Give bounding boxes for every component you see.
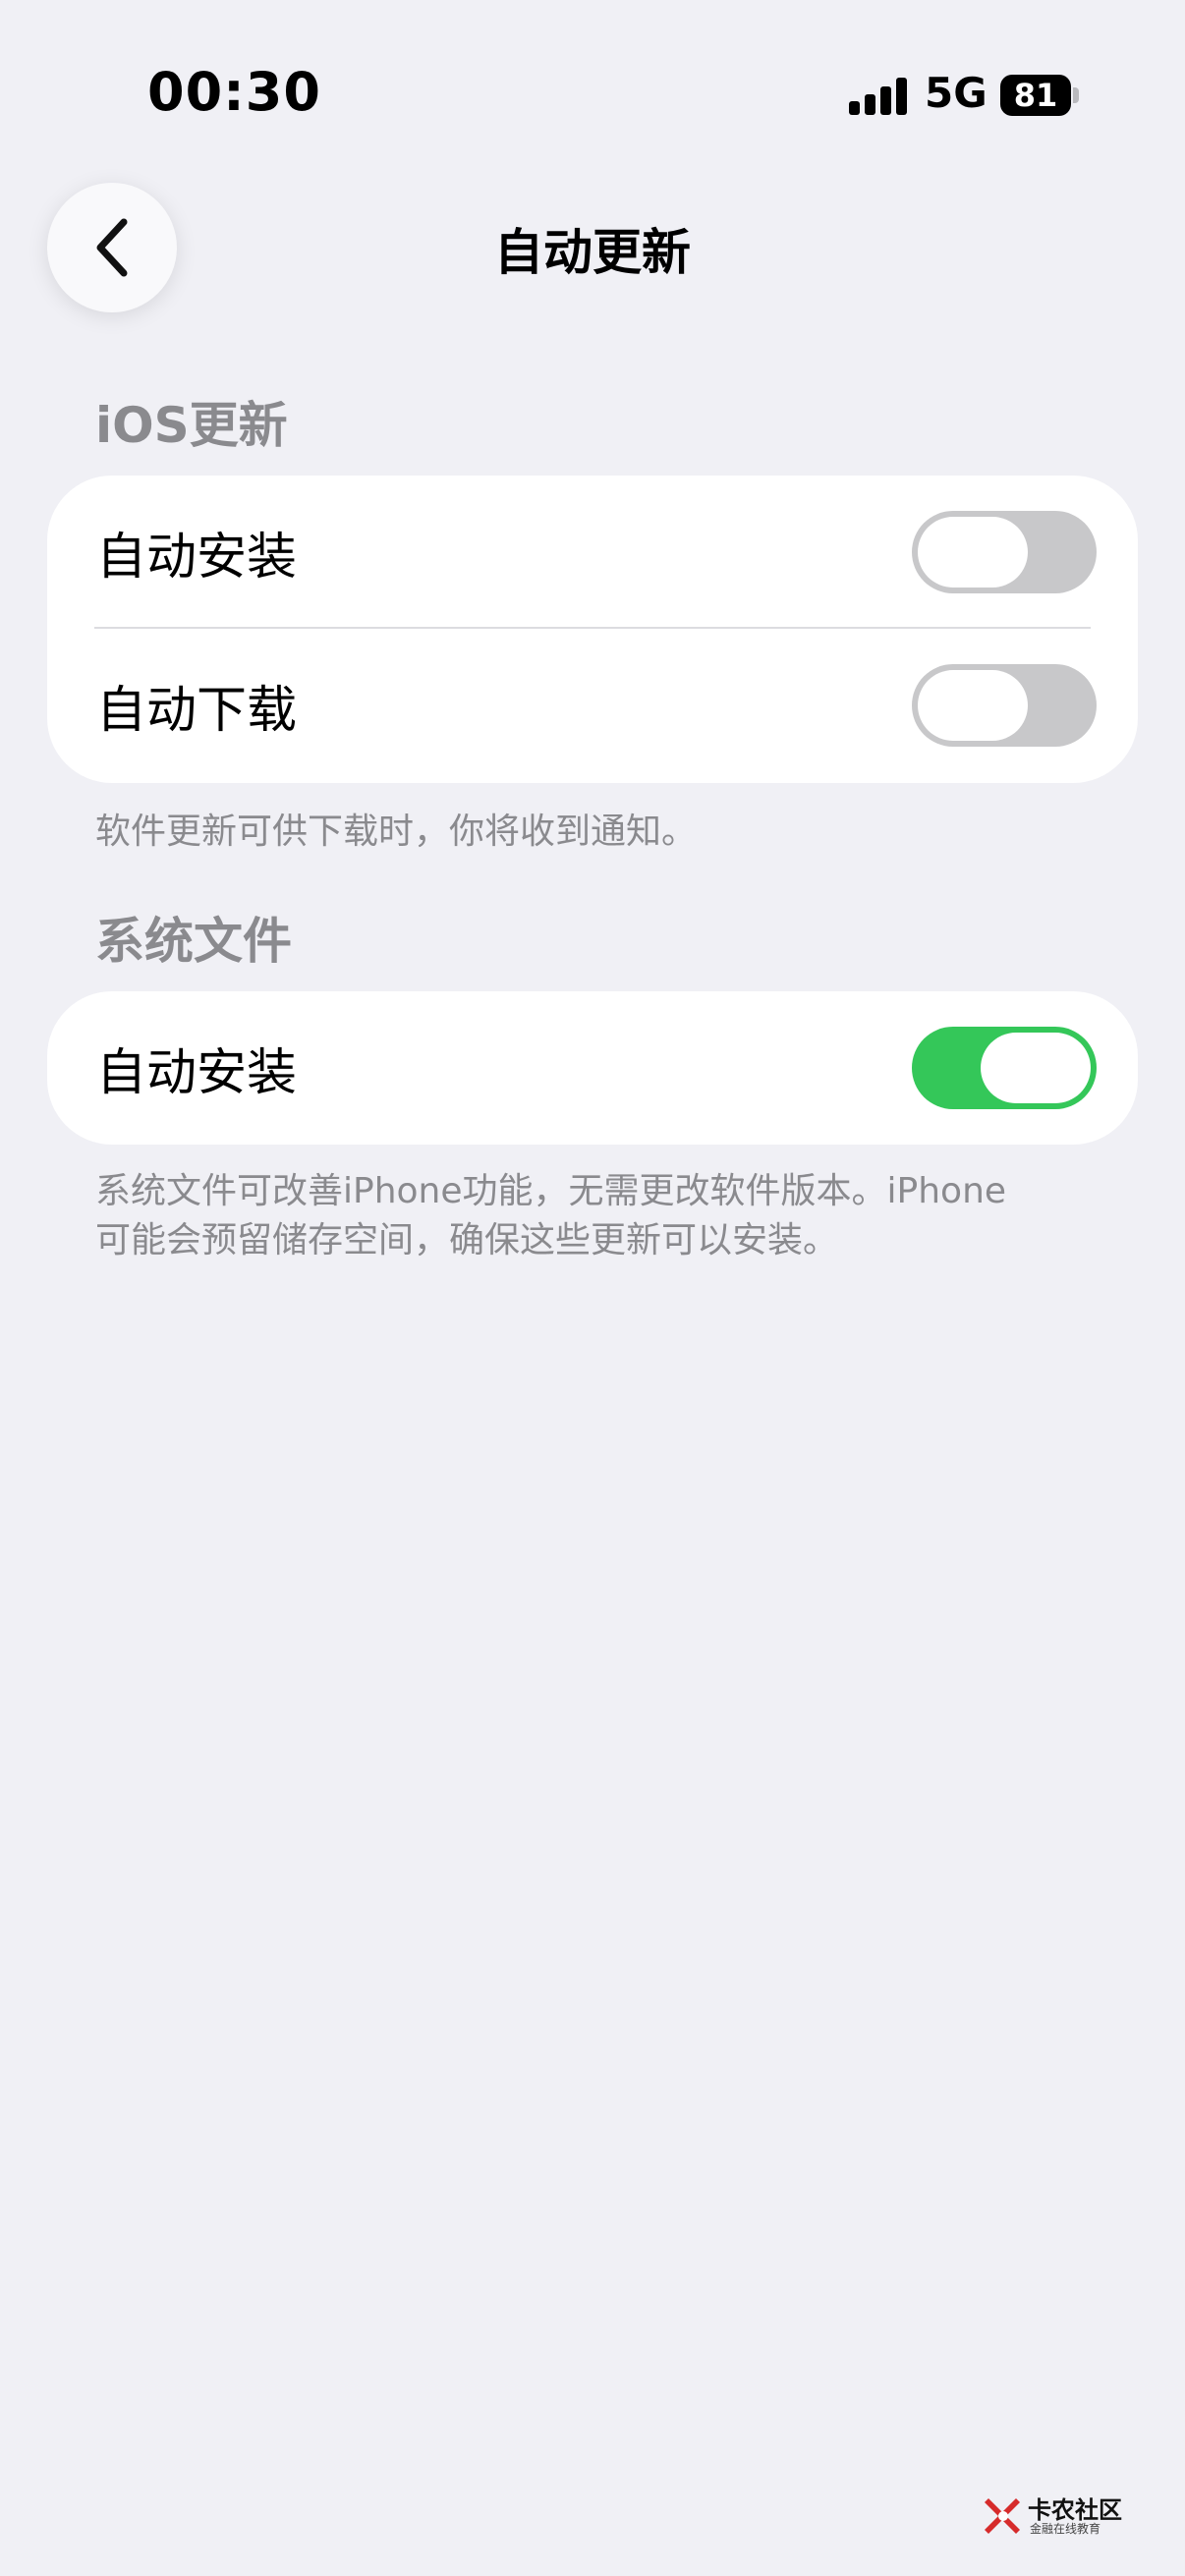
watermark-logo-icon: [985, 2498, 1020, 2534]
row-label: 自动安装: [96, 529, 298, 587]
footnote-line: 可能会预留储存空间，确保这些更新可以安装。: [95, 1220, 839, 1260]
ios-updates-footnote: 软件更新可供下载时，你将收到通知。: [95, 812, 698, 852]
section-header-system-files: 系统文件: [95, 913, 292, 970]
row-auto-install[interactable]: 自动安装: [47, 476, 1138, 629]
toggle-knob: [918, 517, 1028, 588]
row-label: 自动下载: [96, 682, 298, 740]
ios-updates-card: 自动安装 自动下载: [47, 476, 1138, 783]
battery-cap: [1073, 87, 1079, 103]
footnote-line: 系统文件可改善iPhone功能，无需更改软件版本。iPhone: [95, 1171, 1007, 1211]
row-auto-download[interactable]: 自动下载: [47, 629, 1138, 782]
section-header-ios-updates: iOS更新: [95, 397, 288, 454]
cellular-signal-icon: [849, 78, 908, 115]
toggle-knob: [981, 1033, 1091, 1103]
watermark: 卡农社区 金融在线教育: [983, 2491, 1140, 2540]
toggle-knob: [918, 670, 1028, 741]
status-time: 00:30: [147, 61, 321, 123]
auto-download-toggle[interactable]: [912, 664, 1097, 747]
battery-level: 81: [1013, 77, 1058, 114]
watermark-subtitle: 金融在线教育: [1030, 2522, 1101, 2536]
network-type: 5G: [925, 69, 988, 117]
page-title: 自动更新: [494, 224, 691, 281]
row-system-auto-install[interactable]: 自动安装: [47, 991, 1138, 1145]
system-files-footnote: 系统文件可改善iPhone功能，无需更改软件版本。iPhone 可能会预留储存空…: [95, 1167, 1107, 1265]
auto-install-toggle[interactable]: [912, 511, 1097, 593]
system-files-card: 自动安装: [47, 991, 1138, 1145]
row-label: 自动安装: [96, 1044, 298, 1102]
battery-icon: 81: [1000, 75, 1071, 116]
system-auto-install-toggle[interactable]: [912, 1027, 1097, 1109]
